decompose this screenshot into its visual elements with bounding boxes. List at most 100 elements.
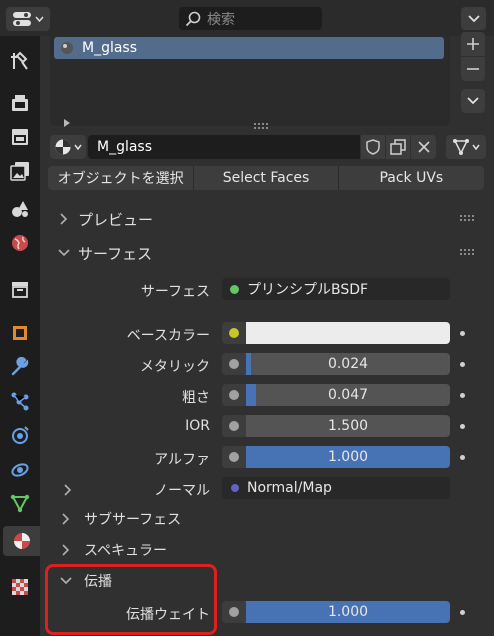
keyframe-dot-icon[interactable]: [460, 331, 465, 336]
data-tab[interactable]: [3, 488, 37, 518]
alpha-value: 1.000: [327, 449, 369, 465]
ior-socket-button[interactable]: [222, 415, 246, 437]
unlink-material-button[interactable]: [411, 135, 436, 159]
surface-shader-field[interactable]: プリンシプルBSDF: [222, 278, 450, 300]
surface-label: サーフェス: [140, 284, 210, 300]
browse-material-button[interactable]: [50, 135, 86, 159]
remove-material-slot-button[interactable]: [461, 57, 485, 81]
alpha-slider[interactable]: 1.000: [246, 446, 450, 468]
particles-tab[interactable]: [3, 386, 37, 416]
subsurface-title: サブサーフェス: [84, 512, 182, 528]
options-dropdown-button[interactable]: [461, 7, 486, 30]
properties-tab-bar: [0, 36, 40, 636]
select-object-button[interactable]: オブジェクトを選択: [48, 166, 195, 190]
minus-icon: [467, 68, 479, 70]
chevron-down-icon: [74, 144, 82, 150]
duplicate-icon: [390, 139, 406, 155]
base-color-socket-button[interactable]: [222, 322, 246, 344]
particles-icon: [11, 392, 29, 411]
select-faces-button[interactable]: Select Faces: [194, 166, 339, 190]
shader-socket-icon: [230, 284, 239, 294]
search-placeholder: 検索: [207, 11, 235, 28]
output-tab[interactable]: [3, 122, 37, 152]
material-name-field[interactable]: M_glass: [88, 135, 360, 159]
material-specials-button[interactable]: [461, 89, 485, 113]
constraints-icon: [11, 463, 29, 477]
keyframe-dot-icon[interactable]: [460, 393, 465, 398]
specular-subpanel-header[interactable]: スペキュラー: [56, 535, 256, 565]
keyframe-dot-icon[interactable]: [460, 362, 465, 367]
shield-icon: [366, 139, 380, 155]
collection-tab[interactable]: [3, 274, 37, 304]
alpha-socket-button[interactable]: [222, 446, 246, 468]
data-icon: [10, 494, 30, 513]
preview-panel-header[interactable]: プレビュー: [48, 204, 484, 234]
texture-tab[interactable]: [3, 572, 37, 602]
normal-input-field[interactable]: Normal/Map: [222, 477, 450, 499]
output-icon: [12, 129, 28, 145]
world-tab[interactable]: [3, 228, 37, 258]
surface-panel-header[interactable]: サーフェス: [48, 238, 484, 268]
tool-tab[interactable]: [3, 46, 37, 76]
metallic-slider[interactable]: 0.024: [246, 353, 450, 375]
subsurface-subpanel-header[interactable]: サブサーフェス: [56, 504, 256, 534]
add-material-slot-button[interactable]: [461, 32, 485, 56]
color-socket-icon: [229, 328, 239, 338]
metallic-label: メタリック: [140, 359, 210, 375]
chevron-right-icon: [56, 513, 76, 525]
base-color-swatch[interactable]: [246, 322, 450, 344]
object-tab[interactable]: [3, 318, 37, 348]
material-slot-item[interactable]: M_glass: [54, 37, 444, 59]
properties-editor-icon: [13, 12, 31, 26]
alpha-label: アルファ: [154, 452, 210, 468]
fake-user-button[interactable]: [361, 135, 385, 159]
expand-arrow-icon[interactable]: [63, 112, 71, 131]
editor-type-button[interactable]: [6, 7, 50, 31]
duplicate-material-button[interactable]: [386, 135, 410, 159]
chevron-down-icon: [54, 249, 74, 257]
vector-socket-icon: [231, 484, 239, 492]
ior-field[interactable]: 1.500: [246, 415, 450, 437]
object-icon: [13, 326, 27, 340]
render-tab[interactable]: [3, 88, 37, 118]
material-tab[interactable]: [3, 526, 40, 556]
chevron-down-icon: [35, 16, 44, 22]
pack-uvs-button[interactable]: Pack UVs: [338, 166, 484, 190]
keyframe-dot-icon[interactable]: [460, 610, 465, 615]
surface-shader-value: プリンシプルBSDF: [247, 282, 369, 298]
search-input[interactable]: 検索: [179, 7, 322, 30]
resize-grip-icon[interactable]: [254, 114, 268, 133]
chevron-right-icon: [56, 544, 76, 556]
transmission-weight-socket-button[interactable]: [222, 601, 246, 623]
transmission-weight-slider[interactable]: 1.000: [246, 601, 450, 623]
drag-grip-icon[interactable]: [460, 249, 476, 255]
physics-icon: [12, 426, 29, 444]
render-icon: [12, 95, 28, 111]
preview-panel-title: プレビュー: [78, 210, 154, 229]
material-preview-icon: [55, 139, 71, 155]
roughness-slider[interactable]: 0.047: [246, 384, 450, 406]
search-icon: [185, 11, 201, 26]
selection-button-row: オブジェクトを選択 Select Faces Pack UVs: [48, 166, 484, 190]
highlight-box: [45, 564, 217, 635]
ior-label: IOR: [185, 418, 210, 434]
keyframe-dot-icon[interactable]: [460, 455, 465, 460]
scene-tab[interactable]: [3, 194, 37, 224]
keyframe-dot-icon[interactable]: [460, 424, 465, 429]
drag-grip-icon[interactable]: [460, 215, 476, 221]
specular-title: スペキュラー: [84, 543, 168, 559]
modifier-tab[interactable]: [3, 352, 37, 382]
metallic-socket-button[interactable]: [222, 353, 246, 375]
roughness-label: 粗さ: [182, 390, 210, 406]
value-socket-icon: [229, 452, 239, 462]
view-layer-tab[interactable]: [3, 156, 37, 186]
material-sphere-icon: [61, 42, 73, 54]
world-icon: [12, 235, 28, 251]
constraints-tab[interactable]: [3, 454, 37, 484]
roughness-socket-button[interactable]: [222, 384, 246, 406]
physics-tab[interactable]: [3, 420, 37, 450]
link-mode-button[interactable]: [446, 135, 486, 159]
plus-icon: [467, 38, 479, 50]
value-socket-icon: [229, 359, 239, 369]
scene-icon: [12, 201, 28, 217]
